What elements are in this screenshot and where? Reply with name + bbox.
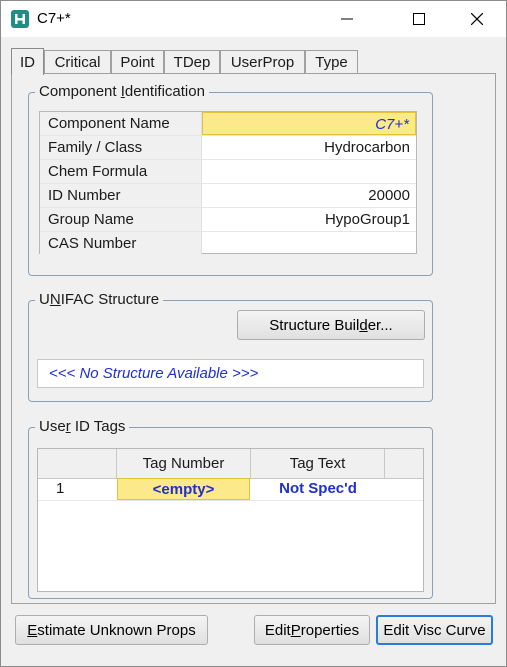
property-row[interactable]: Chem Formula: [40, 160, 416, 184]
unifac-structure-group: UNIFAC Structure Structure Buil d er... <<…: [28, 291, 433, 402]
table-row[interactable]: 1 <empty> Not Spec'd: [38, 478, 423, 501]
tab-point[interactable]: Point: [111, 50, 164, 73]
minimize-icon: [341, 18, 353, 20]
tab-label: ID: [20, 53, 35, 71]
property-row[interactable]: Component Name C7+*: [40, 112, 416, 136]
tab-label: TDep: [173, 53, 211, 71]
property-row[interactable]: Group Name HypoGroup1: [40, 208, 416, 232]
tags-table: Tag Number Tag Text 1 <empty> Not Spec'd: [37, 448, 424, 592]
window-title: C7+*: [37, 10, 71, 27]
tab-label: UserProp: [230, 53, 295, 71]
close-button[interactable]: [454, 1, 500, 37]
property-name: Group Name: [40, 208, 202, 231]
maximize-button[interactable]: [396, 1, 442, 37]
table-header: Tag Number Tag Text: [38, 449, 423, 479]
maximize-icon: [413, 13, 425, 25]
group-title: UNIFAC Structure: [35, 291, 164, 309]
structure-status: <<< No Structure Available >>>: [37, 359, 424, 388]
id-number-field[interactable]: 20000: [202, 184, 416, 207]
tab-id[interactable]: ID: [11, 48, 44, 75]
group-title: Component Identification: [35, 83, 209, 101]
chem-formula-field[interactable]: [202, 160, 416, 183]
property-name: CAS Number: [40, 232, 202, 255]
component-identification-group: Component Identification Component Name …: [28, 83, 433, 276]
group-title: User ID Tags: [35, 418, 130, 436]
edit-visc-curve-button[interactable]: Edit Visc Curve: [376, 615, 493, 645]
column-header[interactable]: [38, 449, 117, 478]
structure-builder-button[interactable]: Structure Buil d er...: [237, 310, 425, 340]
property-name: ID Number: [40, 184, 202, 207]
property-name: Family / Class: [40, 136, 202, 159]
column-header[interactable]: Tag Text: [251, 449, 385, 478]
minimize-button[interactable]: [324, 1, 370, 37]
family-class-field[interactable]: Hydrocarbon: [202, 136, 416, 159]
close-icon: [471, 13, 483, 25]
row-index: 1: [56, 480, 65, 497]
app-icon: [11, 10, 29, 28]
id-tab-panel: Component Identification Component Name …: [11, 73, 496, 604]
property-row[interactable]: Family / Class Hydrocarbon: [40, 136, 416, 160]
property-name: Component Name: [40, 112, 202, 135]
group-name-field[interactable]: HypoGroup1: [202, 208, 416, 231]
component-window: C7+* ID Critical Point TDep UserProp Typ…: [0, 0, 507, 667]
user-id-tags-group: User ID Tags Tag Number Tag Text 1 <empt…: [28, 418, 433, 599]
property-name: Chem Formula: [40, 160, 202, 183]
tab-label: Critical: [54, 53, 101, 71]
component-name-field[interactable]: C7+*: [202, 112, 416, 135]
component-properties-table: Component Name C7+* Family / Class Hydro…: [39, 111, 417, 256]
property-row[interactable]: ID Number 20000: [40, 184, 416, 208]
title-bar[interactable]: C7+*: [1, 1, 506, 37]
edit-properties-button[interactable]: Edit Properties: [254, 615, 370, 645]
tab-userprop[interactable]: UserProp: [220, 50, 305, 73]
tab-critical[interactable]: Critical: [44, 50, 111, 73]
tab-label: Point: [120, 53, 155, 71]
tab-label: Type: [315, 53, 348, 71]
column-header[interactable]: Tag Number: [117, 449, 251, 478]
tab-type[interactable]: Type: [305, 50, 358, 73]
cas-number-field[interactable]: [202, 232, 416, 255]
estimate-unknown-props-button[interactable]: Estimate Unknown Props: [15, 615, 208, 645]
tab-tdep[interactable]: TDep: [164, 50, 220, 73]
property-row[interactable]: CAS Number: [40, 232, 416, 256]
tag-text-cell[interactable]: Not Spec'd: [251, 478, 385, 500]
tag-number-cell[interactable]: <empty>: [117, 478, 250, 500]
